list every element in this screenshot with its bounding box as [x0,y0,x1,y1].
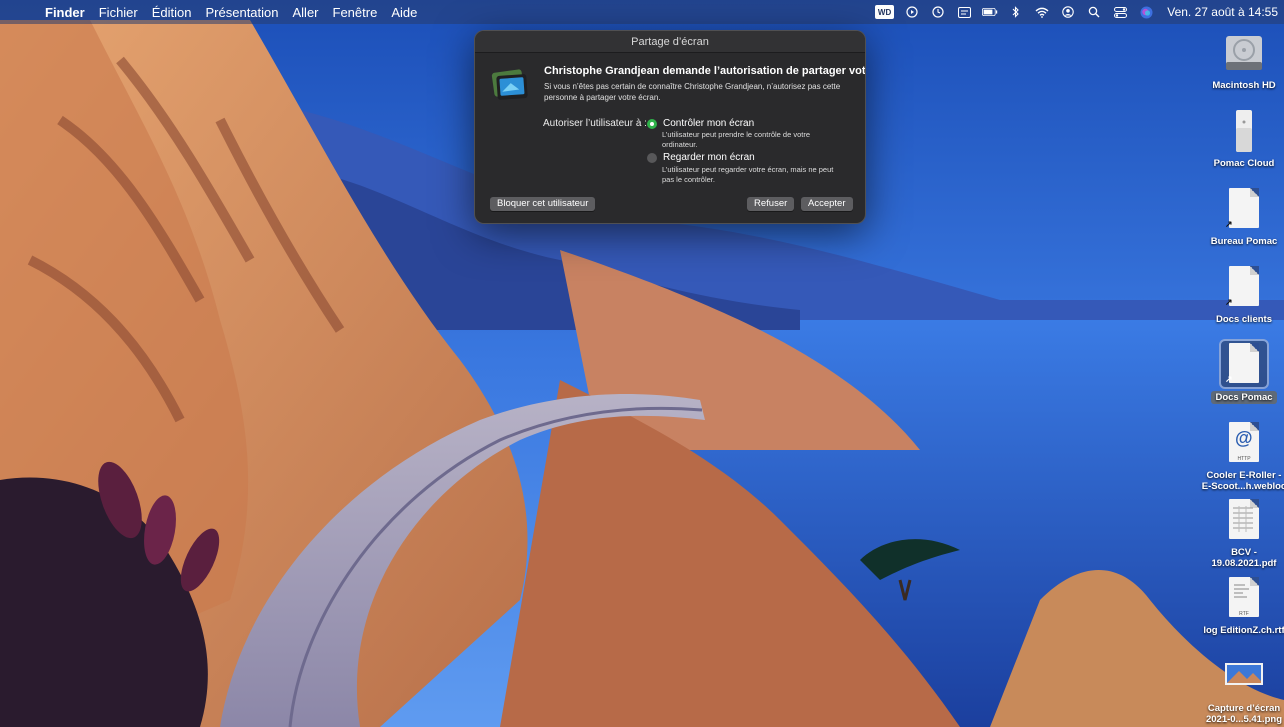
alias-document-icon: ↗ [1221,264,1267,310]
hard-drive-icon [1221,30,1267,76]
desktop-label: Bureau Pomac [1210,236,1278,247]
alias-document-icon: ↗ [1219,339,1269,389]
desktop-item-bureau-pomac[interactable]: ↗ Bureau Pomac [1199,186,1284,247]
screenshot-thumbnail-icon [1221,653,1267,699]
desktop-item-macintosh-hd[interactable]: Macintosh HD [1199,30,1284,91]
dialog-heading: Christophe Grandjean demande l’autorisat… [544,65,866,77]
menu-aller[interactable]: Aller [286,5,326,20]
option-control-screen[interactable]: Contrôler mon écran [647,118,754,129]
desktop-label: log EditionZ.ch.rtf [1203,625,1284,636]
clock-icon[interactable] [930,5,946,19]
desktop-item-docs-pomac[interactable]: ↗ Docs Pomac [1199,339,1284,404]
play-icon[interactable] [904,5,920,19]
menu-clock[interactable]: Ven. 27 août à 14:55 [1167,5,1278,19]
menu-fenetre[interactable]: Fenêtre [326,5,385,20]
desktop-label-line1: Cooler E-Roller - [1206,470,1282,481]
radio-control-screen[interactable] [647,118,657,129]
desktop-label: Capture d’écran 2021-0...5.41.png [1206,703,1282,725]
menu-presentation[interactable]: Présentation [199,5,286,20]
option-control-description: L’utilisateur peut prendre le contrôle d… [662,130,811,149]
rtf-document-icon: RTF [1221,575,1267,621]
refuse-button[interactable]: Refuser [747,197,795,211]
option-control-label[interactable]: Contrôler mon écran [663,118,754,129]
battery-icon[interactable] [982,5,998,19]
search-icon[interactable] [1086,5,1102,19]
alias-document-icon: ↗ [1221,186,1267,232]
desktop-label: Docs Pomac [1211,391,1277,404]
external-drive-icon [1221,108,1267,154]
screen-sharing-icon [489,65,531,107]
bluetooth-icon[interactable] [1008,5,1024,19]
desktop-label: Docs clients [1216,314,1272,325]
accept-button[interactable]: Accepter [801,197,853,211]
desktop-item-docs-clients[interactable]: ↗ Docs clients [1199,264,1284,325]
desktop-item-screenshot[interactable]: Capture d’écran 2021-0...5.41.png [1199,653,1284,725]
desktop-label-line2: 19.08.2021.pdf [1211,558,1277,569]
desktop-item-webloc[interactable]: @ HTTP Cooler E-Roller - E-Scoot...h.web… [1199,420,1284,492]
desktop-label: Macintosh HD [1212,80,1276,91]
block-user-button[interactable]: Bloquer cet utilisateur [490,197,596,211]
siri-icon[interactable] [1138,5,1154,19]
menu-fichier[interactable]: Fichier [92,5,145,20]
option-watch-description: L’utilisateur peut regarder votre écran,… [662,165,834,184]
desktop-label-line1: Capture d’écran [1207,703,1281,714]
desktop-item-bcv-pdf[interactable]: BCV - 19.08.2021.pdf [1199,497,1284,569]
radio-watch-screen[interactable] [647,152,657,163]
wifi-icon[interactable] [1034,5,1050,19]
desktop-label: BCV - 19.08.2021.pdf [1212,547,1277,569]
menu-bar: Finder Fichier Édition Présentation Alle… [0,0,1284,24]
webloc-tag: HTTP [1237,456,1251,462]
menu-finder[interactable]: Finder [38,5,92,20]
calendar-icon[interactable] [956,5,972,19]
menu-aide[interactable]: Aide [384,5,424,20]
option-watch-label[interactable]: Regarder mon écran [663,152,755,163]
rtf-tag: RTF [1239,611,1249,617]
webloc-icon: @ HTTP [1221,420,1267,466]
option-watch-screen[interactable]: Regarder mon écran [647,152,755,163]
desktop-item-log-rtf[interactable]: RTF log EditionZ.ch.rtf [1199,575,1284,636]
pdf-document-icon [1221,497,1267,543]
desktop-item-pomac-cloud[interactable]: Pomac Cloud [1199,108,1284,169]
menu-edition[interactable]: Édition [145,5,199,20]
desktop-label-line2: 2021-0...5.41.png [1205,714,1283,725]
user-icon[interactable] [1060,5,1076,19]
dialog-title: Partage d’écran [475,31,865,53]
desktop-label: Cooler E-Roller - E-Scoot...h.webloc [1202,470,1284,492]
screen-sharing-dialog: Partage d’écran Christophe Grandjean dem… [474,30,866,224]
dialog-description: Si vous n’êtes pas certain de connaître … [544,82,841,102]
desktop-label-line1: BCV - [1231,547,1257,558]
allow-user-label: Autoriser l’utilisateur à : [543,118,647,129]
control-center-icon[interactable] [1112,5,1128,19]
desktop-label-line2: E-Scoot...h.webloc [1201,481,1284,492]
desktop-label: Pomac Cloud [1213,158,1275,169]
wd-icon[interactable]: WD [874,5,895,19]
